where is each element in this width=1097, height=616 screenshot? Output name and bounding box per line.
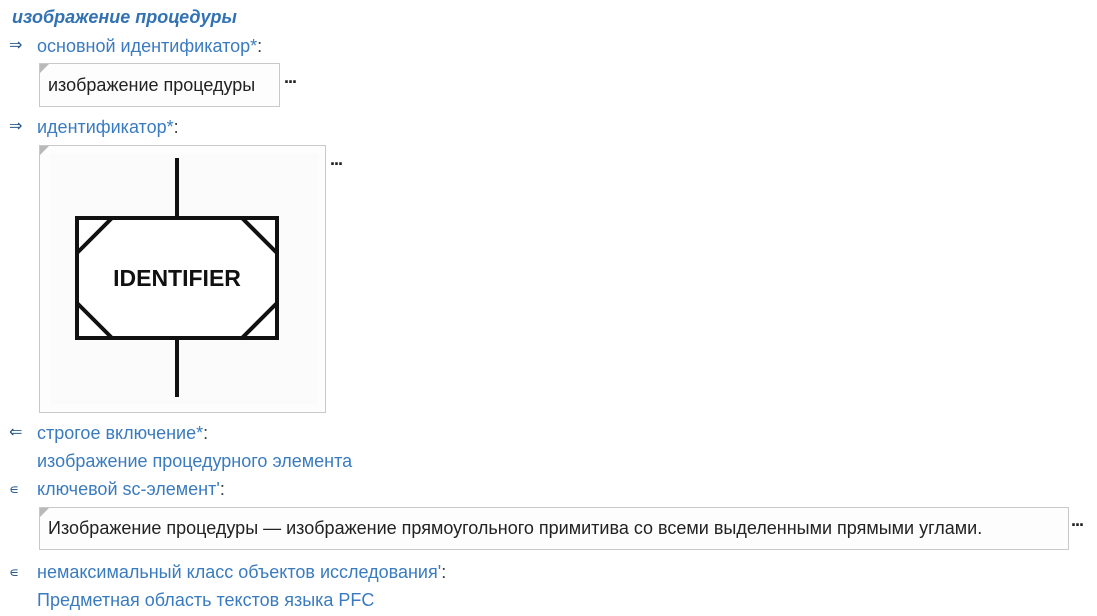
reverse-implication-arrow-icon: ⇐ [9,424,23,441]
key-sc-element-link[interactable]: ключевой sc-элемент' [37,479,220,499]
main-identifier-value-box[interactable]: изображение процедуры [39,63,280,107]
key-element-value-box[interactable]: Изображение процедуры — изображение прям… [39,507,1069,550]
more-button[interactable]: ... [1071,511,1084,529]
procedural-element-image-link[interactable]: изображение процедурного элемента [37,449,352,473]
identifier-procedure-image: IDENTIFIER [50,154,318,404]
identifier-image-text: IDENTIFIER [113,265,241,291]
key-element-definition: Изображение процедуры — изображение прям… [48,518,983,538]
implication-arrow-icon: ⇒ [9,118,23,135]
relation-label: основной идентификатор*: [37,34,262,58]
main-identifier-link[interactable]: основной идентификатор* [37,36,257,56]
pfc-subject-area-link[interactable]: Предметная область текстов языка PFC [37,588,374,612]
relation-label: ключевой sc-элемент': [37,477,225,501]
implication-arrow-icon: ⇒ [9,37,23,54]
main-identifier-value: изображение процедуры [48,74,256,95]
more-button[interactable]: ... [284,68,297,86]
membership-icon: ∊ [9,564,20,580]
relation-label: идентификатор*: [37,115,179,139]
colon: : [219,479,225,499]
colon: : [203,423,209,443]
identifier-image-box[interactable]: IDENTIFIER [39,145,326,413]
colon: : [257,36,263,56]
membership-icon: ∊ [9,481,20,497]
more-button[interactable]: ... [330,150,343,168]
strict-inclusion-link[interactable]: строгое включение* [37,423,203,443]
relation-label: немаксимальный класс объектов исследован… [37,560,446,584]
non-max-class-link[interactable]: немаксимальный класс объектов исследован… [37,562,441,582]
relation-label: строгое включение*: [37,421,208,445]
colon: : [441,562,447,582]
identifier-link[interactable]: идентификатор* [37,117,174,137]
colon: : [173,117,179,137]
page-title[interactable]: изображение процедуры [12,7,237,28]
